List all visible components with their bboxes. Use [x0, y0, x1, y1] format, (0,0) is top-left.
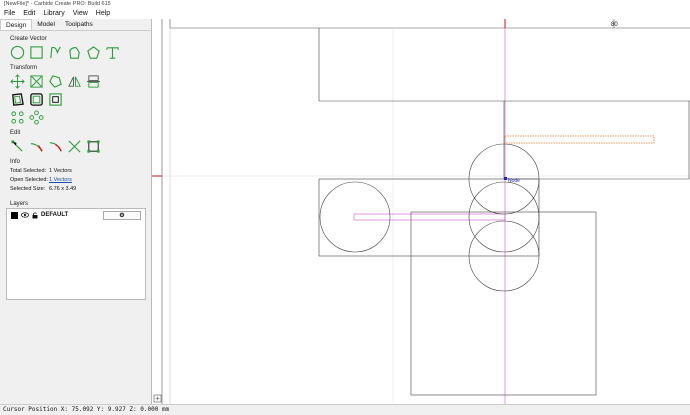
lock-icon[interactable]	[32, 212, 38, 219]
window-title: [NewFile]* - Carbide Create PRO: Build 6…	[0, 0, 690, 9]
info-open-selected: Open Selected: 1 Vectors	[10, 177, 151, 183]
total-selected-label: Total Selected:	[10, 168, 47, 174]
edit-title: Edit	[10, 130, 21, 136]
edit-tools	[10, 139, 151, 154]
top-outline[interactable]	[318, 28, 690, 180]
selected-size-label: Selected Size:	[10, 186, 46, 192]
offset-icon[interactable]	[10, 92, 25, 107]
ruler-top	[152, 19, 690, 28]
transform-tools-row3	[10, 110, 151, 125]
bottom-rectangle[interactable]	[410, 211, 597, 396]
selected-size-value: 6.76 x 3.49	[49, 186, 77, 192]
align-icon[interactable]	[86, 74, 101, 89]
middle-rectangle[interactable]	[318, 178, 540, 257]
circle-icon[interactable]	[10, 45, 25, 60]
eye-icon[interactable]	[21, 212, 29, 218]
fillet-icon[interactable]	[48, 139, 63, 154]
node-edit-icon[interactable]	[10, 139, 25, 154]
trim-icon[interactable]	[29, 139, 44, 154]
create-vector-tools	[10, 45, 151, 60]
layer-row[interactable]: DEFAULT ⚙	[7, 209, 145, 221]
cut-icon[interactable]	[67, 139, 82, 154]
menu-library[interactable]: Library	[43, 9, 64, 19]
node-label: Node	[508, 178, 520, 184]
pentagon-icon[interactable]	[86, 45, 101, 60]
menu-bar: File Edit Library View Help	[0, 9, 690, 19]
layer-settings-button[interactable]: ⚙	[103, 210, 141, 220]
canvas-drawing[interactable]: 80 Node	[152, 19, 690, 404]
menu-file[interactable]: File	[4, 9, 15, 19]
rotate-icon[interactable]	[48, 74, 63, 89]
gear-icon: ⚙	[119, 212, 125, 219]
transform-tools-row1	[10, 74, 151, 89]
bounding-box-icon[interactable]	[48, 92, 63, 107]
open-selected-link[interactable]: 1 Vectors	[49, 177, 72, 183]
ruler-label-80: 80	[611, 22, 618, 28]
create-vector-title: Create Vector	[10, 36, 47, 42]
polygon-icon[interactable]	[67, 45, 82, 60]
transform-tools-row2	[10, 92, 151, 107]
array-icon[interactable]	[10, 110, 25, 125]
menu-view[interactable]: View	[73, 9, 88, 19]
info-selected-size: Selected Size: 6.76 x 3.49	[10, 186, 151, 192]
status-bar: Cursor Position X: 75.092 Y: 9.927 Z: 0.…	[0, 404, 690, 414]
total-selected-value: 1 Vectors	[49, 168, 72, 174]
menu-edit[interactable]: Edit	[23, 9, 35, 19]
tab-toolpaths[interactable]: Toolpaths	[60, 19, 98, 30]
curve-icon[interactable]	[48, 45, 63, 60]
join-icon[interactable]	[86, 139, 101, 154]
rectangle-icon[interactable]	[29, 45, 44, 60]
tab-bar: Design Model Toolpaths	[0, 19, 151, 31]
boolean-icon[interactable]	[29, 92, 44, 107]
transform-title: Transform	[10, 65, 38, 71]
text-icon[interactable]	[105, 45, 120, 60]
tab-model[interactable]: Model	[32, 19, 60, 30]
info-title: Info	[10, 159, 21, 165]
layer-name: DEFAULT	[41, 212, 69, 218]
tab-design[interactable]: Design	[0, 19, 33, 30]
layer-color-swatch[interactable]	[11, 211, 18, 219]
slot-shape[interactable]	[353, 213, 506, 221]
circular-array-icon[interactable]	[29, 110, 44, 125]
layers-title: Layers	[10, 201, 29, 207]
scale-icon[interactable]	[29, 74, 44, 89]
open-selected-label: Open Selected:	[10, 177, 48, 183]
selected-vector[interactable]	[504, 135, 655, 144]
info-total-selected: Total Selected: 1 Vectors	[10, 168, 151, 174]
menu-help[interactable]: Help	[96, 9, 110, 19]
layers-panel: DEFAULT ⚙	[6, 208, 146, 300]
circle-left[interactable]	[319, 181, 391, 253]
design-canvas[interactable]: 80 Node	[152, 19, 690, 404]
circle-middle[interactable]	[468, 181, 540, 253]
move-icon[interactable]	[10, 74, 25, 89]
node-marker[interactable]	[504, 177, 507, 180]
mirror-icon[interactable]	[67, 74, 82, 89]
